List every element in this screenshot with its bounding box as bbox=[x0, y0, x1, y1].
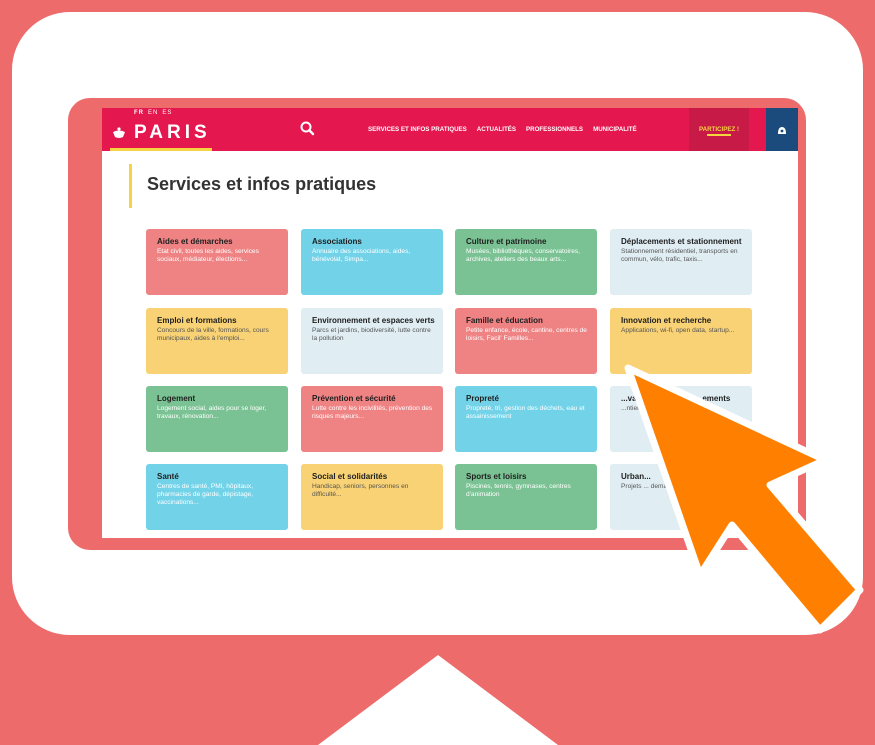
main-nav: SERVICES ET INFOS PRATIQUES ACTUALITÉS P… bbox=[368, 126, 637, 133]
card-description: Logement social, aides pour se loger, tr… bbox=[157, 405, 267, 421]
card-aides-demarches[interactable]: Aides et démarches Etat civil, toutes le… bbox=[146, 229, 288, 295]
language-es[interactable]: ES bbox=[162, 110, 172, 116]
card-description: Handicap, seniors, personnes en difficul… bbox=[312, 483, 409, 499]
card-social-solidarites[interactable]: Social et solidarités Handicap, seniors,… bbox=[301, 464, 443, 530]
participez-underline bbox=[707, 134, 731, 136]
participez-button[interactable]: PARTICIPEZ ! bbox=[689, 108, 749, 151]
card-famille-education[interactable]: Famille et éducation Petite enfance, éco… bbox=[455, 308, 597, 374]
card-sports-loisirs[interactable]: Sports et loisirs Piscines, tennis, gymn… bbox=[455, 464, 597, 530]
site-header: FR EN ES PARIS SERVICES ET INFOS PRATIQUES… bbox=[102, 108, 798, 151]
card-title: Social et solidarités bbox=[312, 472, 388, 481]
card-description: Annuaire des associations, aides, bénévo… bbox=[312, 248, 411, 264]
card-description: Petite enfance, école, cantine, centres … bbox=[466, 327, 587, 343]
card-title: Culture et patrimoine bbox=[466, 237, 547, 246]
card-title: Associations bbox=[312, 237, 362, 246]
card-description: Propreté, tri, gestion des déchets, eau … bbox=[466, 405, 585, 421]
card-description: Applications, wi-fi, open data, startup.… bbox=[621, 327, 735, 334]
logo-underline bbox=[110, 148, 212, 151]
title-accent bbox=[129, 164, 132, 208]
card-title: Aides et démarches bbox=[157, 237, 233, 246]
logo-text: PARIS bbox=[134, 122, 211, 143]
card-title: Logement bbox=[157, 394, 196, 403]
card-description: Concours de la ville, formations, cours … bbox=[157, 327, 269, 343]
language-switcher: FR EN ES bbox=[134, 110, 176, 116]
card-title: Santé bbox=[157, 472, 179, 481]
card-proprete[interactable]: Propreté Propreté, tri, gestion des déch… bbox=[455, 386, 597, 452]
card-environnement[interactable]: Environnement et espaces verts Parcs et … bbox=[301, 308, 443, 374]
language-fr[interactable]: FR bbox=[134, 110, 144, 116]
card-description: Piscines, tennis, gymnases, centres d'an… bbox=[466, 483, 571, 499]
card-prevention-securite[interactable]: Prévention et sécurité Lutte contre les … bbox=[301, 386, 443, 452]
ship-icon bbox=[113, 127, 125, 138]
monitor-stand bbox=[318, 655, 558, 745]
card-description: Centres de santé, PMI, hôpitaux, pharmac… bbox=[157, 483, 254, 507]
card-title: Innovation et recherche bbox=[621, 316, 712, 325]
card-title: Propreté bbox=[466, 394, 499, 403]
card-description: Stationnement résidentiel, transports en… bbox=[621, 248, 738, 264]
page-title: Services et infos pratiques bbox=[147, 174, 377, 194]
cursor-arrow-icon bbox=[624, 364, 864, 634]
card-emploi-formations[interactable]: Emploi et formations Concours de la vill… bbox=[146, 308, 288, 374]
card-title: Famille et éducation bbox=[466, 316, 543, 325]
user-icon bbox=[778, 126, 786, 134]
card-description: Etat civil, toutes les aides, services s… bbox=[157, 248, 259, 264]
language-en[interactable]: EN bbox=[148, 110, 158, 116]
card-title: Sports et loisirs bbox=[466, 472, 527, 481]
account-button[interactable] bbox=[766, 108, 798, 151]
card-title: Emploi et formations bbox=[157, 316, 237, 325]
card-culture-patrimoine[interactable]: Culture et patrimoine Musées, bibliothèq… bbox=[455, 229, 597, 295]
nav-municipalite[interactable]: MUNICIPALITÉ bbox=[593, 126, 637, 133]
card-description: Musées, bibliothèques, conservatoires, a… bbox=[466, 248, 580, 264]
card-description: Parcs et jardins, biodiversité, lutte co… bbox=[312, 327, 431, 343]
card-title: Environnement et espaces verts bbox=[312, 316, 435, 325]
card-sante[interactable]: Santé Centres de santé, PMI, hôpitaux, p… bbox=[146, 464, 288, 530]
card-title: Prévention et sécurité bbox=[312, 394, 396, 403]
paris-logo[interactable]: PARIS bbox=[112, 122, 211, 144]
card-title: Déplacements et stationnement bbox=[621, 237, 742, 246]
card-associations[interactable]: Associations Annuaire des associations, … bbox=[301, 229, 443, 295]
card-logement[interactable]: Logement Logement social, aides pour se … bbox=[146, 386, 288, 452]
search-icon[interactable] bbox=[298, 120, 318, 138]
nav-actualites[interactable]: ACTUALITÉS bbox=[477, 126, 516, 133]
nav-professionnels[interactable]: PROFESSIONNELS bbox=[526, 126, 583, 133]
card-deplacements[interactable]: Déplacements et stationnement Stationnem… bbox=[610, 229, 752, 295]
nav-services[interactable]: SERVICES ET INFOS PRATIQUES bbox=[368, 126, 467, 133]
card-description: Lutte contre les incivilités, prévention… bbox=[312, 405, 433, 421]
